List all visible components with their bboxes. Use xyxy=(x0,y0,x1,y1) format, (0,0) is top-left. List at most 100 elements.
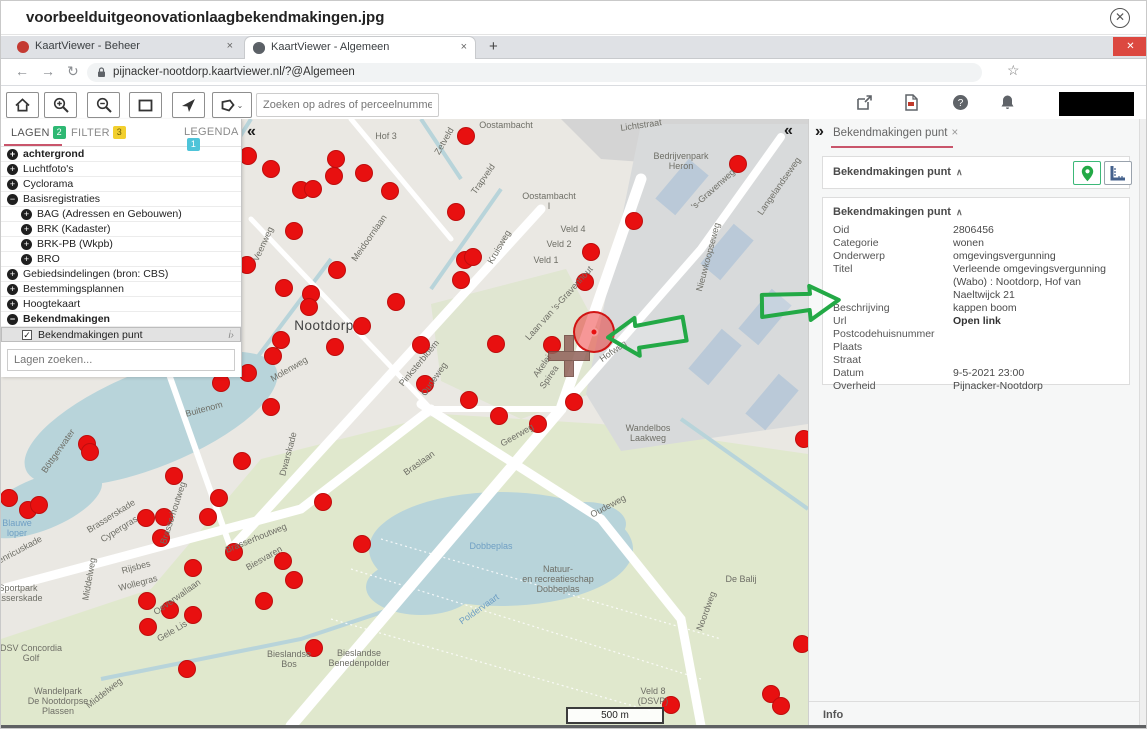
expand-layer-icon[interactable]: + xyxy=(21,209,32,220)
announcement-marker[interactable] xyxy=(464,248,482,266)
layer-item-brk-kadaster-[interactable]: +BRK (Kadaster) xyxy=(1,222,241,237)
window-close-button[interactable]: ✕ xyxy=(1113,37,1147,56)
browser-tab-beheer[interactable]: KaartViewer - Beheer × xyxy=(9,36,241,59)
home-button[interactable] xyxy=(6,92,39,118)
announcement-marker[interactable] xyxy=(184,559,202,577)
announcement-marker[interactable] xyxy=(355,164,373,182)
feature-title[interactable]: Bekendmakingen punt∧ xyxy=(833,206,963,218)
announcement-marker[interactable] xyxy=(314,493,332,511)
announcement-marker[interactable] xyxy=(353,317,371,335)
collapse-layer-icon[interactable]: − xyxy=(7,194,18,205)
expand-layer-icon[interactable]: + xyxy=(21,224,32,235)
layer-item-bag-adressen-en-gebouwen-[interactable]: +BAG (Adressen en Gebouwen) xyxy=(1,207,241,222)
bookmark-star-icon[interactable]: ☆ xyxy=(1007,62,1020,79)
expand-layer-icon[interactable]: + xyxy=(7,284,18,295)
layer-item-achtergrond[interactable]: +achtergrond xyxy=(1,147,241,162)
announcement-marker[interactable] xyxy=(487,335,505,353)
announcement-marker[interactable] xyxy=(460,391,478,409)
expand-layer-icon[interactable]: + xyxy=(7,149,18,160)
announcement-marker[interactable] xyxy=(457,127,475,145)
expand-layer-icon[interactable]: + xyxy=(7,164,18,175)
layer-search-input[interactable] xyxy=(7,349,235,371)
open-external-icon[interactable] xyxy=(856,94,873,116)
announcement-marker[interactable] xyxy=(285,222,303,240)
zoom-to-location-button[interactable] xyxy=(1073,161,1101,185)
browser-tab-algemeen[interactable]: KaartViewer - Algemeen × xyxy=(244,36,476,59)
expand-layer-icon[interactable]: + xyxy=(7,179,18,190)
announcement-marker[interactable] xyxy=(262,160,280,178)
announcement-marker[interactable] xyxy=(447,203,465,221)
layer-item-brk-pb-wkpb-[interactable]: +BRK-PB (Wkpb) xyxy=(1,237,241,252)
announcement-marker[interactable] xyxy=(264,347,282,365)
announcement-marker[interactable] xyxy=(137,509,155,527)
layer-item-basisregistraties[interactable]: −Basisregistraties xyxy=(1,192,241,207)
announcement-marker[interactable] xyxy=(582,243,600,261)
reload-icon[interactable]: ↻ xyxy=(67,63,79,80)
layer-item-cyclorama[interactable]: +Cyclorama xyxy=(1,177,241,192)
announcement-marker[interactable] xyxy=(275,279,293,297)
expand-layer-icon[interactable]: + xyxy=(21,239,32,250)
announcement-marker[interactable] xyxy=(210,489,228,507)
select-shape-button[interactable]: ⌄ xyxy=(212,92,252,118)
announcement-marker[interactable] xyxy=(387,293,405,311)
forward-icon[interactable]: → xyxy=(41,63,55,79)
tab-lagen[interactable]: LAGEN2 xyxy=(11,126,66,139)
announcement-marker[interactable] xyxy=(490,407,508,425)
tab-close-icon[interactable]: × xyxy=(227,40,233,52)
announcement-marker[interactable] xyxy=(300,298,318,316)
expand-layer-icon[interactable]: + xyxy=(7,299,18,310)
announcement-marker[interactable] xyxy=(795,430,808,448)
back-icon[interactable]: ← xyxy=(15,63,29,79)
announcement-marker[interactable] xyxy=(793,635,808,653)
zoom-in-button[interactable] xyxy=(44,92,77,118)
layer-item-bekendmakingen-punt[interactable]: ✓Bekendmakingen punti› xyxy=(1,327,241,342)
layer-item-bro[interactable]: +BRO xyxy=(1,252,241,267)
open-link[interactable]: Open link xyxy=(953,315,1129,328)
viewer-close-icon[interactable]: ✕ xyxy=(1110,8,1130,28)
panel-tab-bekendmakingen-punt[interactable]: Bekendmakingen punt× xyxy=(833,127,958,139)
announcement-marker[interactable] xyxy=(325,167,343,185)
announcement-marker[interactable] xyxy=(178,660,196,678)
layer-item-bekendmakingen[interactable]: −Bekendmakingen xyxy=(1,312,241,327)
feature-group-title[interactable]: Bekendmakingen punt∧ xyxy=(833,166,963,178)
pdf-export-icon[interactable] xyxy=(904,94,919,116)
panel-tab-close-icon[interactable]: × xyxy=(951,127,958,139)
collapse-layer-icon[interactable]: − xyxy=(7,314,18,325)
announcement-marker[interactable] xyxy=(184,606,202,624)
url-field[interactable]: pijnacker-nootdorp.kaartviewer.nl/?@Alge… xyxy=(87,63,982,82)
tab-filter[interactable]: FILTER3 xyxy=(71,126,126,139)
measure-button[interactable] xyxy=(1104,161,1132,185)
announcement-marker[interactable] xyxy=(199,508,217,526)
announcement-marker[interactable] xyxy=(565,393,583,411)
layer-item-bestemmingsplannen[interactable]: +Bestemmingsplannen xyxy=(1,282,241,297)
layer-item-gebiedsindelingen-bron-cbs-[interactable]: +Gebiedsindelingen (bron: CBS) xyxy=(1,267,241,282)
announcement-marker[interactable] xyxy=(139,618,157,636)
announcement-marker[interactable] xyxy=(452,271,470,289)
layer-checkbox[interactable]: ✓ xyxy=(22,330,32,340)
zoom-extent-button[interactable] xyxy=(129,92,162,118)
announcement-marker[interactable] xyxy=(255,592,273,610)
identify-arrow-icon[interactable]: i› xyxy=(228,328,234,343)
announcement-marker[interactable] xyxy=(327,150,345,168)
announcement-marker[interactable] xyxy=(625,212,643,230)
expand-layer-icon[interactable]: + xyxy=(7,269,18,280)
announcement-marker[interactable] xyxy=(233,452,251,470)
expand-layer-icon[interactable]: + xyxy=(21,254,32,265)
announcement-marker[interactable] xyxy=(304,180,322,198)
announcement-marker[interactable] xyxy=(353,535,371,553)
expand-panel-icon[interactable]: » xyxy=(815,123,824,141)
announcement-marker[interactable] xyxy=(262,398,280,416)
announcement-marker[interactable] xyxy=(285,571,303,589)
announcement-marker[interactable] xyxy=(328,261,346,279)
new-tab-button[interactable]: + xyxy=(489,38,498,55)
notifications-bell-icon[interactable] xyxy=(1000,94,1015,116)
layer-item-luchtfoto-s[interactable]: +Luchtfoto's xyxy=(1,162,241,177)
collapse-panel-icon[interactable]: « xyxy=(784,122,793,140)
announcement-marker[interactable] xyxy=(81,443,99,461)
panel-scrollbar[interactable] xyxy=(1139,119,1147,726)
zoom-out-button[interactable] xyxy=(87,92,120,118)
layer-item-hoogtekaart[interactable]: +Hoogtekaart xyxy=(1,297,241,312)
announcement-marker[interactable] xyxy=(381,182,399,200)
search-input[interactable] xyxy=(256,93,439,117)
announcement-marker[interactable] xyxy=(326,338,344,356)
